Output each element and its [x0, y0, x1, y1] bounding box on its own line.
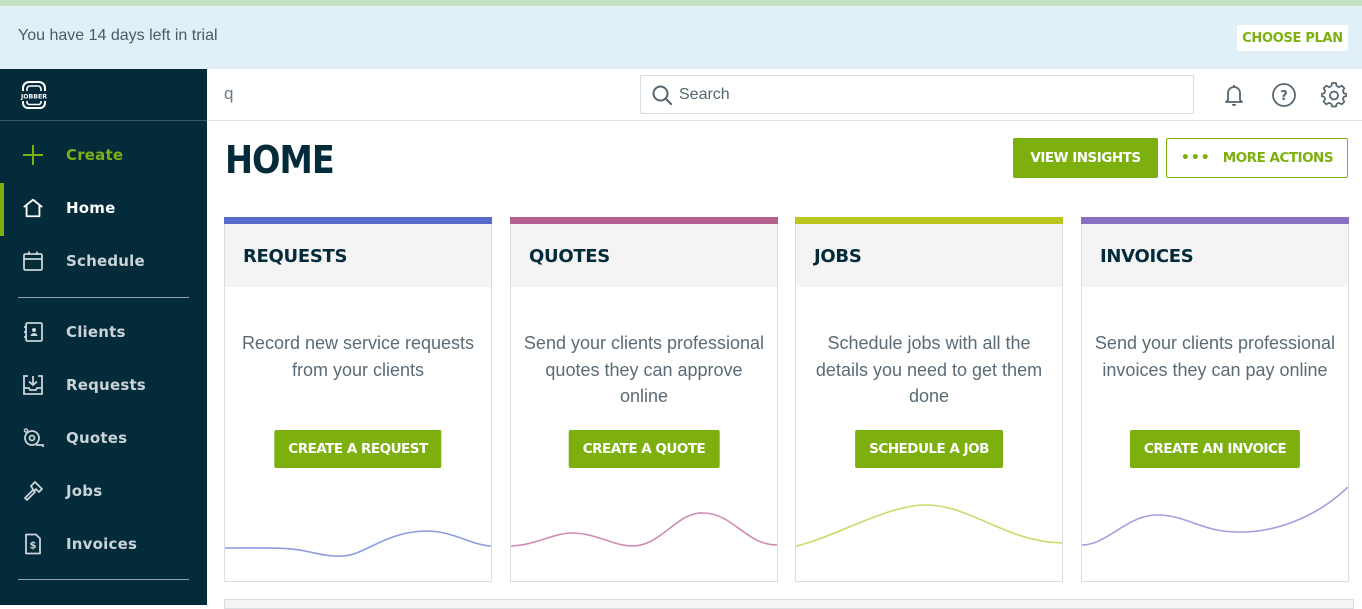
card-title: INVOICES [1100, 246, 1194, 267]
sidebar-item-quotes[interactable]: Quotes [0, 413, 207, 463]
sidebar-item-label: Jobs [66, 482, 103, 500]
card-title: JOBS [814, 246, 862, 267]
gear-icon[interactable] [1320, 81, 1348, 109]
svg-text:JOBBER: JOBBER [20, 94, 47, 101]
schedule-job-button[interactable]: SCHEDULE A JOB [855, 430, 1003, 468]
invoice-dollar-icon: $ [22, 533, 44, 555]
sidebar-item-label: Schedule [66, 252, 145, 270]
page-title: HOME [225, 138, 335, 182]
decorative-wave [225, 530, 491, 557]
create-quote-button[interactable]: CREATE A QUOTE [568, 430, 720, 468]
card-color-bar [1081, 217, 1349, 224]
svg-text:?: ? [1280, 89, 1288, 104]
search-box[interactable] [640, 75, 1194, 114]
card-header: REQUESTS [225, 224, 491, 287]
jobber-logo-icon: JOBBER [20, 81, 47, 109]
bottom-panel [224, 599, 1354, 609]
sidebar-item-home[interactable]: Home [0, 183, 207, 236]
hammer-icon [22, 480, 44, 502]
card-color-bar [795, 217, 1063, 224]
sidebar: JOBBER Create Home Schedule Clients Requ… [0, 69, 207, 605]
measuring-tape-icon [22, 427, 44, 449]
card-title: QUOTES [529, 246, 610, 267]
card-color-bar [224, 217, 492, 224]
sidebar-item-requests[interactable]: Requests [0, 360, 207, 410]
wave-line [225, 530, 491, 557]
sidebar-item-label: Create [66, 146, 124, 164]
card-title: REQUESTS [243, 246, 348, 267]
sidebar-item-label: Requests [66, 376, 146, 394]
card-description: Send your clients professional quotes th… [523, 333, 765, 406]
wave-line [1082, 487, 1348, 546]
address-book-icon [22, 321, 44, 343]
more-dots-icon: ••• [1180, 150, 1211, 166]
decorative-wave [796, 504, 1062, 547]
trial-banner: You have 14 days left in trial CHOOSE PL… [0, 6, 1362, 69]
card-header: INVOICES [1082, 224, 1348, 287]
sidebar-item-schedule[interactable]: Schedule [0, 236, 207, 286]
sidebar-divider [18, 297, 189, 298]
wave-line [796, 504, 1062, 547]
card-invoices: INVOICES Send your clients professional … [1081, 217, 1349, 582]
sidebar-item-label: Clients [66, 323, 126, 341]
inbox-download-icon [22, 374, 44, 396]
bell-icon[interactable] [1220, 81, 1248, 109]
top-bar: q ? [207, 69, 1362, 121]
trial-message: You have 14 days left in trial [18, 27, 218, 44]
sidebar-item-label: Home [66, 199, 116, 217]
sidebar-item-label: Quotes [66, 429, 128, 447]
card-requests: REQUESTS Record new service requests fro… [224, 217, 492, 582]
card-header: JOBS [796, 224, 1062, 287]
view-insights-button[interactable]: VIEW INSIGHTS [1013, 138, 1158, 178]
typed-text: q [224, 84, 234, 103]
create-invoice-button[interactable]: CREATE AN INVOICE [1129, 430, 1301, 468]
card-header: QUOTES [511, 224, 777, 287]
card-quotes: QUOTES Send your clients professional qu… [510, 217, 778, 582]
home-icon [22, 197, 44, 219]
card-description: Record new service requests from your cl… [241, 333, 475, 380]
jobber-logo[interactable]: JOBBER [18, 80, 50, 110]
sidebar-header-divider [0, 120, 207, 121]
decorative-wave [1082, 487, 1348, 546]
search-icon [651, 84, 673, 111]
card-description: Send your clients professional invoices … [1094, 333, 1336, 380]
create-request-button[interactable]: CREATE A REQUEST [274, 430, 442, 468]
more-actions-button[interactable]: ••• MORE ACTIONS [1166, 138, 1348, 178]
sidebar-divider [18, 579, 189, 580]
sidebar-item-create[interactable]: Create [0, 130, 207, 180]
svg-text:$: $ [30, 541, 37, 552]
search-input[interactable] [679, 76, 1179, 113]
card-jobs: JOBS Schedule jobs with all the details … [795, 217, 1063, 582]
choose-plan-button[interactable]: CHOOSE PLAN [1237, 25, 1348, 51]
more-actions-label: MORE ACTIONS [1222, 150, 1334, 166]
sidebar-item-clients[interactable]: Clients [0, 307, 207, 357]
card-description: Schedule jobs with all the details you n… [815, 333, 1043, 406]
plus-icon [22, 144, 44, 166]
calendar-icon [22, 250, 44, 272]
sidebar-item-jobs[interactable]: Jobs [0, 466, 207, 516]
decorative-wave [511, 512, 777, 547]
wave-line [511, 512, 777, 547]
sidebar-item-label: Invoices [66, 535, 138, 553]
help-icon[interactable]: ? [1270, 81, 1298, 109]
sidebar-item-invoices[interactable]: $ Invoices [0, 519, 207, 569]
card-color-bar [510, 217, 778, 224]
